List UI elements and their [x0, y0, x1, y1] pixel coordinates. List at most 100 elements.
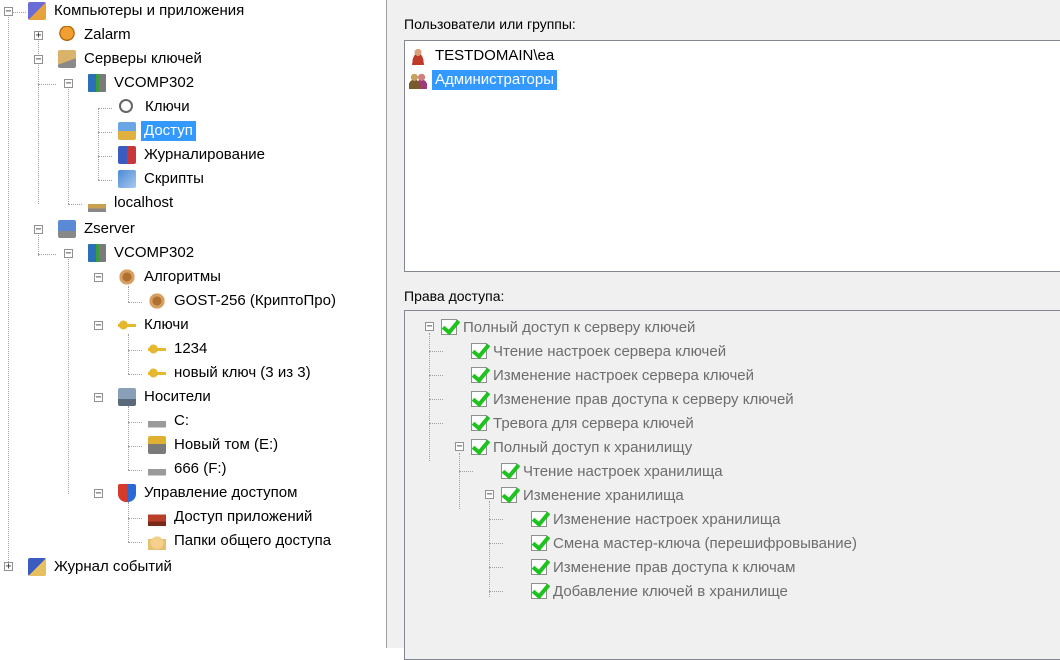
checked-checkbox-icon[interactable] [471, 391, 487, 407]
checked-checkbox-icon[interactable] [531, 559, 547, 575]
tree-node-key-1234[interactable]: 1234 [148, 338, 210, 360]
shield-icon [118, 484, 136, 502]
tree-node-new-key[interactable]: новый ключ (3 из 3) [148, 362, 314, 384]
localhost-icon [88, 194, 106, 212]
server-icon [88, 74, 106, 92]
tree-node-label: GOST-256 (КриптоПро) [174, 292, 336, 309]
perm-change-server[interactable]: Изменение настроек сервера ключей [471, 364, 754, 386]
navigation-tree[interactable]: − + − − − − − − − − + Компьютеры и прило… [0, 0, 386, 648]
scripts-icon [118, 170, 136, 188]
expand-icon[interactable]: + [34, 31, 43, 41]
tree-node-localhost[interactable]: localhost [88, 192, 176, 214]
tree-node-access[interactable]: Доступ [118, 120, 196, 142]
pane-splitter[interactable] [386, 0, 394, 648]
locked-drive-icon [148, 436, 166, 454]
collapse-icon[interactable]: − [485, 490, 494, 500]
perm-change-storage[interactable]: Изменение хранилища [501, 484, 684, 506]
tree-node-label: Носители [144, 388, 211, 405]
perm-read-storage[interactable]: Чтение настроек хранилища [501, 460, 723, 482]
event-log-icon [28, 558, 46, 576]
tree-node-shared-folders[interactable]: Папки общего доступа [148, 530, 334, 552]
checked-checkbox-icon[interactable] [531, 583, 547, 599]
perm-read-server[interactable]: Чтение настроек сервера ключей [471, 340, 726, 362]
tree-node-label: Zserver [84, 220, 135, 237]
perm-add-keys[interactable]: Добавление ключей в хранилище [531, 580, 788, 602]
perm-label: Чтение настроек сервера ключей [493, 342, 727, 360]
key-icon [148, 364, 166, 382]
checked-checkbox-icon[interactable] [501, 463, 517, 479]
tree-node-event-log[interactable]: Журнал событий [28, 556, 175, 578]
collapse-icon[interactable]: − [34, 225, 43, 235]
tree-node-key-servers[interactable]: Серверы ключей [58, 48, 205, 70]
key-icon [148, 340, 166, 358]
tree-node-keys-2[interactable]: Ключи [118, 314, 192, 336]
tree-node-label: Компьютеры и приложения [54, 2, 245, 19]
checked-checkbox-icon[interactable] [471, 415, 487, 431]
perm-key-rights[interactable]: Изменение прав доступа к ключам [531, 556, 795, 578]
expand-icon[interactable]: + [4, 562, 13, 572]
tree-node-computers[interactable]: Компьютеры и приложения [28, 0, 247, 22]
collapse-icon[interactable]: − [64, 79, 73, 89]
drive-icon [148, 412, 166, 430]
collapse-icon[interactable]: − [64, 249, 73, 259]
list-item-group[interactable]: Администраторы [409, 69, 558, 91]
perm-change-rights[interactable]: Изменение прав доступа к серверу ключей [471, 388, 794, 410]
checked-checkbox-icon[interactable] [471, 367, 487, 383]
perm-label: Смена мастер-ключа (перешифровывание) [553, 534, 858, 552]
tree-node-label: C: [174, 412, 189, 429]
tree-node-label: Новый том (E:) [174, 436, 279, 453]
gear-icon [118, 268, 136, 286]
tree-node-label: Zalarm [84, 26, 131, 43]
collapse-icon[interactable]: − [94, 393, 103, 403]
perm-label: Изменение хранилища [523, 486, 684, 504]
tree-node-logging[interactable]: Журналирование [118, 144, 268, 166]
perm-full-server[interactable]: Полный доступ к серверу ключей [441, 316, 695, 338]
tree-node-zserver[interactable]: Zserver [58, 218, 138, 240]
checked-checkbox-icon[interactable] [471, 343, 487, 359]
tree-node-vcomp302[interactable]: VCOMP302 [88, 72, 197, 94]
log-book-icon [118, 146, 136, 164]
tree-node-scripts[interactable]: Скрипты [118, 168, 207, 190]
tree-node-label: VCOMP302 [114, 74, 195, 91]
perm-label: Полный доступ к серверу ключей [463, 318, 696, 336]
rights-tree[interactable]: − − − Полный доступ к серверу ключей Чте… [404, 310, 1060, 660]
perm-alarm[interactable]: Тревога для сервера ключей [471, 412, 694, 434]
checked-checkbox-icon[interactable] [441, 319, 457, 335]
server-icon [88, 244, 106, 262]
collapse-icon[interactable]: − [94, 273, 103, 283]
access-icon [118, 122, 136, 140]
checked-checkbox-icon[interactable] [501, 487, 517, 503]
tree-node-keys[interactable]: Ключи [118, 96, 193, 118]
tree-node-label: новый ключ (3 из 3) [174, 364, 311, 381]
tree-node-zalarm[interactable]: Zalarm [58, 24, 134, 46]
tree-node-gost[interactable]: GOST-256 (КриптоПро) [148, 290, 339, 312]
tree-node-app-access[interactable]: Доступ приложений [148, 506, 315, 528]
perm-change-storage-settings[interactable]: Изменение настроек хранилища [531, 508, 781, 530]
permissions-panel: Пользователи или группы: TESTDOMAIN\ea А… [394, 0, 1060, 660]
tree-node-vcomp302-2[interactable]: VCOMP302 [88, 242, 197, 264]
users-listbox[interactable]: TESTDOMAIN\ea Администраторы [404, 40, 1060, 272]
checked-checkbox-icon[interactable] [471, 439, 487, 455]
key-servers-icon [58, 50, 76, 68]
collapse-icon[interactable]: − [4, 7, 13, 17]
checked-checkbox-icon[interactable] [531, 535, 547, 551]
perm-label: Изменение настроек сервера ключей [493, 366, 754, 384]
tree-node-algorithms[interactable]: Алгоритмы [118, 266, 224, 288]
collapse-icon[interactable]: − [455, 442, 464, 452]
collapse-icon[interactable]: − [425, 322, 434, 332]
checked-checkbox-icon[interactable] [531, 511, 547, 527]
tree-node-label: Ключи [144, 316, 189, 333]
group-label-selected: Администраторы [432, 70, 558, 90]
collapse-icon[interactable]: − [94, 489, 103, 499]
perm-master-key[interactable]: Смена мастер-ключа (перешифровывание) [531, 532, 857, 554]
tree-node-access-mgmt[interactable]: Управление доступом [118, 482, 300, 504]
perm-full-storage[interactable]: Полный доступ к хранилищу [471, 436, 692, 458]
tree-node-label: 666 (F:) [174, 460, 227, 477]
tree-node-drive-e[interactable]: Новый том (E:) [148, 434, 281, 456]
tree-node-drive-c[interactable]: C: [148, 410, 192, 432]
collapse-icon[interactable]: − [34, 55, 43, 65]
collapse-icon[interactable]: − [94, 321, 103, 331]
tree-node-drive-f[interactable]: 666 (F:) [148, 458, 230, 480]
list-item-user[interactable]: TESTDOMAIN\ea [409, 45, 557, 67]
tree-node-media[interactable]: Носители [118, 386, 214, 408]
